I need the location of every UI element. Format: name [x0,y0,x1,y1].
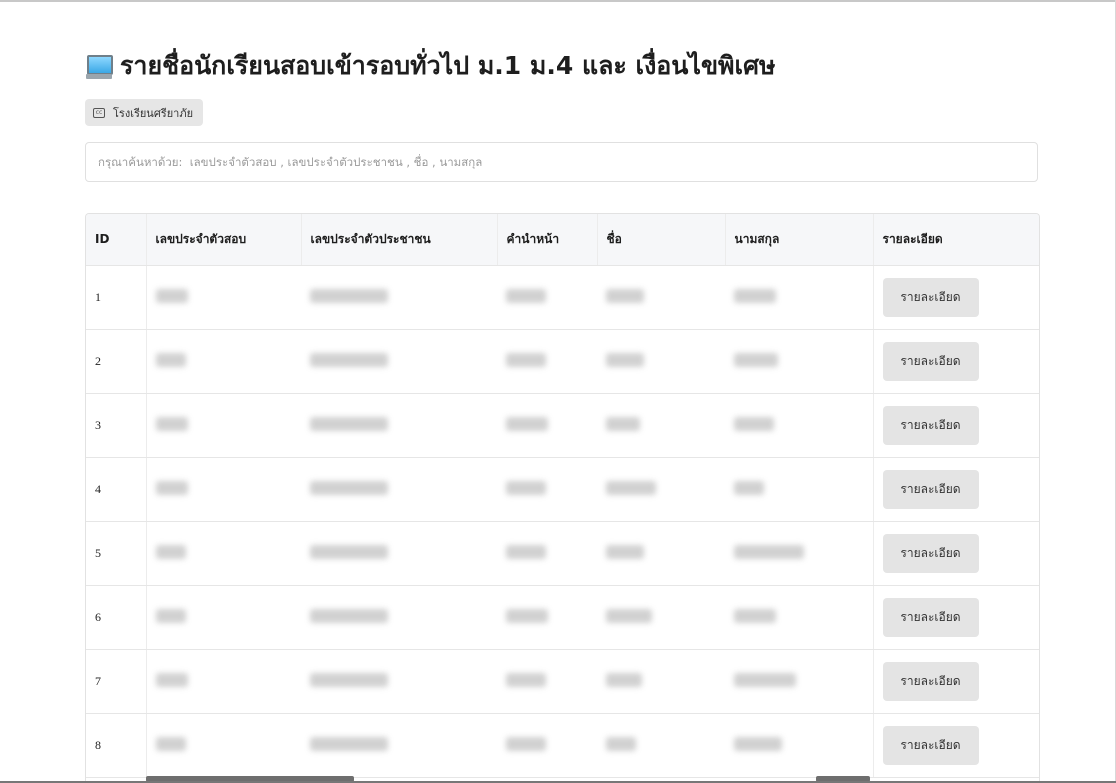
detail-button[interactable]: รายละเอียด [882,277,979,317]
row-id: 2 [86,329,147,394]
prefix-cell-redacted [497,649,597,714]
student-table: ID เลขประจำตัวสอบ เลขประจำตัวประชาชน คำน… [86,214,1039,778]
detail-button[interactable]: รายละเอียด [882,533,979,573]
page-title-text: รายชื่อนักเรียนสอบเข้ารอบทั่วไป ม.1 ม.4 … [120,51,776,80]
table-row: 2 รายละเอียด [86,329,1039,394]
last-name-cell-redacted [725,521,873,586]
desktop-computer-icon [86,52,113,80]
exam-id-cell-redacted [146,265,301,330]
exam-id-cell-redacted [146,393,301,458]
window-top-edge [0,0,1116,2]
prefix-cell-redacted [497,585,597,650]
student-table-container[interactable]: ID เลขประจำตัวสอบ เลขประจำตัวประชาชน คำน… [85,213,1040,783]
row-id: 3 [86,393,147,458]
last-name-cell-redacted [725,713,873,778]
school-badge-label: โรงเรียนศรียาภัย [113,106,194,120]
exam-id-cell-redacted [146,329,301,394]
table-row: 5 รายละเอียด [86,521,1039,586]
column-header-prefix[interactable]: คำนำหน้า [497,214,598,266]
row-id: 5 [86,521,147,586]
detail-cell: รายละเอียด [872,585,1039,650]
table-row: 4 รายละเอียด [86,457,1039,522]
prefix-cell-redacted [497,521,597,586]
last-name-cell-redacted [725,585,873,650]
detail-button[interactable]: รายละเอียด [882,661,979,701]
table-row: 3 รายละเอียด [86,393,1039,458]
citizen-id-cell-redacted [301,393,497,458]
row-id: 4 [86,457,147,522]
detail-cell: รายละเอียด [872,521,1039,586]
row-id: 7 [86,649,147,714]
page-title: รายชื่อนักเรียนสอบเข้ารอบทั่วไป ม.1 ม.4 … [86,44,775,88]
row-id: 1 [86,265,147,330]
exam-id-cell-redacted [146,521,301,586]
last-name-cell-redacted [725,329,873,394]
detail-button[interactable]: รายละเอียด [882,597,979,637]
last-name-cell-redacted [725,457,873,522]
detail-cell: รายละเอียด [872,457,1039,522]
citizen-id-cell-redacted [301,649,497,714]
table-row: 8 รายละเอียด [86,713,1039,778]
citizen-id-cell-redacted [301,585,497,650]
prefix-cell-redacted [497,457,597,522]
citizen-id-cell-redacted [301,329,497,394]
prefix-cell-redacted [497,393,597,458]
column-header-detail[interactable]: รายละเอียด [873,214,1039,266]
table-header-row: ID เลขประจำตัวสอบ เลขประจำตัวประชาชน คำน… [86,214,1039,266]
table-row: 7 รายละเอียด [86,649,1039,714]
search-input[interactable] [85,142,1038,182]
first-name-cell-redacted [597,649,725,714]
detail-cell: รายละเอียด [872,393,1039,458]
first-name-cell-redacted [597,393,725,458]
detail-cell: รายละเอียด [872,329,1039,394]
cc-icon: cc [93,107,105,118]
prefix-cell-redacted [497,329,597,394]
last-name-cell-redacted [725,649,873,714]
first-name-cell-redacted [597,713,725,778]
exam-id-cell-redacted [146,713,301,778]
last-name-cell-redacted [725,393,873,458]
column-header-citizen-id[interactable]: เลขประจำตัวประชาชน [301,214,498,266]
last-name-cell-redacted [725,265,873,330]
citizen-id-cell-redacted [301,265,497,330]
exam-id-cell-redacted [146,585,301,650]
citizen-id-cell-redacted [301,521,497,586]
prefix-cell-redacted [497,265,597,330]
citizen-id-cell-redacted [301,457,497,522]
detail-button[interactable]: รายละเอียด [882,725,979,765]
first-name-cell-redacted [597,457,725,522]
school-badge[interactable]: cc โรงเรียนศรียาภัย [85,99,204,126]
column-header-first-name[interactable]: ชื่อ [597,214,726,266]
detail-cell: รายละเอียด [872,649,1039,714]
citizen-id-cell-redacted [301,713,497,778]
prefix-cell-redacted [497,713,597,778]
first-name-cell-redacted [597,265,725,330]
exam-id-cell-redacted [146,649,301,714]
table-row: 1 รายละเอียด [86,265,1039,330]
detail-cell: รายละเอียด [872,713,1039,778]
table-row: 6 รายละเอียด [86,585,1039,650]
row-id: 8 [86,713,147,778]
detail-button[interactable]: รายละเอียด [882,405,979,445]
first-name-cell-redacted [597,521,725,586]
column-header-last-name[interactable]: นามสกุล [725,214,874,266]
first-name-cell-redacted [597,329,725,394]
detail-button[interactable]: รายละเอียด [882,469,979,509]
column-header-id[interactable]: ID [86,214,147,266]
column-header-exam-id[interactable]: เลขประจำตัวสอบ [146,214,302,266]
detail-cell: รายละเอียด [872,265,1039,330]
first-name-cell-redacted [597,585,725,650]
exam-id-cell-redacted [146,457,301,522]
row-id: 6 [86,585,147,650]
detail-button[interactable]: รายละเอียด [882,341,979,381]
